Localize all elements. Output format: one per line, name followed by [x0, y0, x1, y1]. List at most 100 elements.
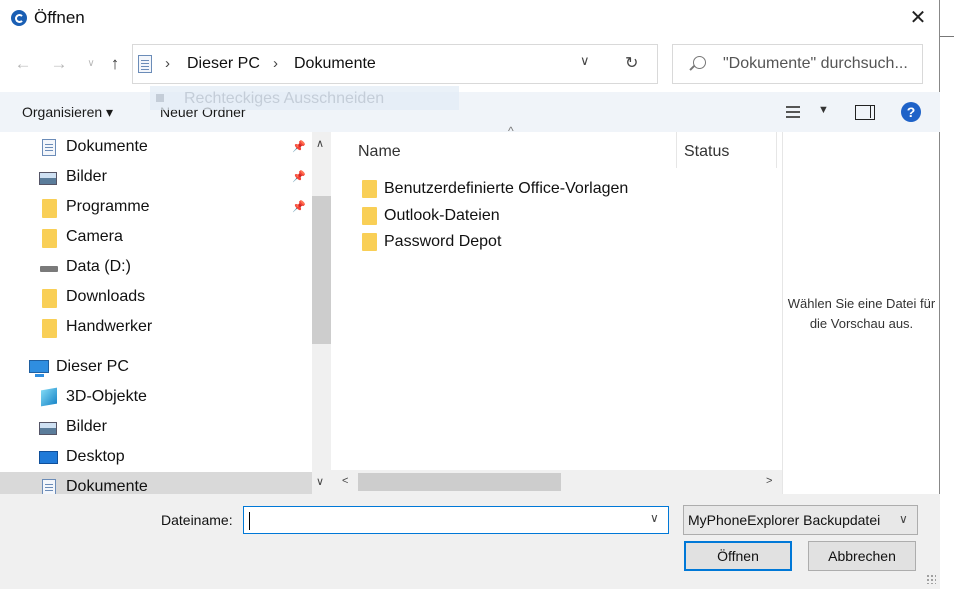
nav-item-dokumente[interactable]: Dokumente 📌: [0, 132, 312, 162]
up-arrow-icon[interactable]: ↑: [104, 53, 126, 75]
nav-item-3d-objekte[interactable]: 3D-Objekte: [0, 382, 312, 412]
pc-icon: [29, 360, 49, 377]
breadcrumb-dokumente[interactable]: Dokumente: [294, 55, 376, 73]
folder-icon: [42, 319, 57, 338]
nav-item-label: Dieser PC: [56, 358, 129, 375]
folder-icon: [42, 289, 57, 308]
nav-item-label: Dokumente: [66, 138, 148, 155]
back-arrow-icon[interactable]: ←: [12, 53, 34, 75]
window-title: Öffnen: [34, 8, 85, 27]
recent-chevron-icon[interactable]: ∨: [80, 53, 102, 75]
preview-placeholder: Wählen Sie eine Datei für die Vorschau a…: [787, 296, 936, 331]
nav-item-dokumente-pc[interactable]: Dokumente: [0, 472, 312, 494]
file-name: Password Depot: [384, 233, 502, 250]
address-bar[interactable]: › Dieser PC › Dokumente ∨ ↻: [132, 44, 658, 84]
background-window: [940, 0, 954, 589]
refresh-icon[interactable]: ↻: [625, 53, 638, 73]
nav-item-label: Desktop: [66, 448, 125, 465]
nav-item-label: Bilder: [66, 168, 107, 185]
search-box[interactable]: [672, 44, 923, 84]
nav-item-label: Data (D:): [66, 258, 131, 275]
nav-item-bilder-pc[interactable]: Bilder: [0, 412, 312, 442]
folder-icon: [42, 199, 57, 218]
app-icon: [11, 10, 27, 26]
resize-grip-icon[interactable]: [926, 574, 936, 584]
horizontal-scrollbar-thumb[interactable]: [358, 473, 561, 491]
forward-arrow-icon[interactable]: →: [48, 53, 70, 75]
close-button[interactable]: ✕: [900, 4, 936, 32]
cancel-button[interactable]: Abbrechen: [808, 541, 916, 571]
file-name: Outlook-Dateien: [384, 207, 500, 224]
chevron-down-icon: ∨: [899, 512, 908, 526]
nav-item-camera[interactable]: Camera: [0, 222, 312, 252]
scroll-right-icon[interactable]: >: [766, 475, 772, 487]
pictures-icon: [39, 172, 57, 185]
nav-item-label: Camera: [66, 228, 123, 245]
chevron-down-icon[interactable]: ∨: [580, 53, 590, 69]
filename-combobox[interactable]: [243, 506, 669, 534]
drive-icon: [40, 266, 58, 272]
nav-item-bilder[interactable]: Bilder 📌: [0, 162, 312, 192]
nav-item-label: Dokumente: [66, 478, 148, 494]
document-icon: [42, 479, 56, 494]
desktop-icon: [39, 451, 58, 464]
nav-item-data-d[interactable]: Data (D:): [0, 252, 312, 282]
help-icon[interactable]: ?: [901, 102, 921, 122]
nav-item-handwerker[interactable]: Handwerker: [0, 312, 312, 342]
folder-icon: [362, 207, 377, 225]
document-icon: [42, 139, 56, 156]
chevron-down-icon[interactable]: ∨: [650, 511, 659, 525]
breadcrumb-dieser-pc[interactable]: Dieser PC: [187, 55, 260, 73]
nav-item-label: Bilder: [66, 418, 107, 435]
organize-button[interactable]: Organisieren ▾: [22, 104, 113, 121]
column-divider[interactable]: [776, 132, 777, 168]
nav-item-label: Downloads: [66, 288, 146, 305]
breadcrumb-separator: ›: [273, 55, 278, 72]
view-options-icon[interactable]: [786, 106, 800, 118]
cube-icon: [41, 387, 57, 407]
drag-ghost-label: Rechteckiges Ausschneiden: [184, 90, 385, 107]
pictures-icon: [39, 422, 57, 435]
search-input[interactable]: [723, 55, 919, 73]
nav-item-programme[interactable]: Programme 📌: [0, 192, 312, 222]
nav-item-label: Handwerker: [66, 318, 153, 335]
filetype-value: MyPhoneExplorer Backupdatei: [688, 512, 881, 528]
pin-icon[interactable]: 📌: [292, 140, 306, 153]
file-name: Benutzerdefinierte Office-Vorlagen: [384, 180, 629, 197]
pin-icon[interactable]: 📌: [292, 200, 306, 213]
open-button[interactable]: Öffnen: [684, 541, 792, 571]
filetype-select[interactable]: MyPhoneExplorer Backupdatei ∨: [683, 505, 918, 535]
chevron-down-icon[interactable]: ▼: [818, 104, 829, 116]
search-icon: [693, 56, 706, 69]
filename-label: Dateiname:: [161, 512, 233, 528]
background-window-edge: [940, 36, 954, 37]
folder-icon: [362, 233, 377, 251]
file-row[interactable]: Password Depot: [352, 229, 692, 255]
nav-item-label: 3D-Objekte: [66, 388, 147, 405]
scroll-up-icon[interactable]: ∧: [316, 137, 324, 150]
filename-input[interactable]: [248, 511, 638, 528]
snip-icon: [156, 94, 164, 102]
column-divider[interactable]: [676, 132, 677, 168]
nav-item-label: Programme: [66, 198, 150, 215]
file-row[interactable]: Outlook-Dateien: [352, 203, 692, 229]
sort-ascending-icon: ^: [508, 124, 514, 138]
folder-icon: [362, 180, 377, 198]
folder-icon: [42, 229, 57, 248]
nav-item-downloads[interactable]: Downloads: [0, 282, 312, 312]
column-header-status[interactable]: Status: [684, 143, 729, 161]
scroll-down-icon[interactable]: ∨: [316, 475, 324, 488]
nav-item-desktop[interactable]: Desktop: [0, 442, 312, 472]
pin-icon[interactable]: 📌: [292, 170, 306, 183]
document-icon: [138, 55, 152, 73]
nav-scrollbar-thumb[interactable]: [312, 196, 331, 344]
navigation-pane: Dokumente 📌 Bilder 📌 Programme 📌 Camera …: [0, 132, 331, 494]
file-row[interactable]: Benutzerdefinierte Office-Vorlagen: [352, 176, 692, 202]
title-bar: Öffnen ✕: [0, 0, 940, 38]
breadcrumb-separator: ›: [165, 55, 170, 72]
nav-item-dieser-pc[interactable]: Dieser PC: [0, 352, 312, 382]
open-dialog: Öffnen ✕ ← → ∨ ↑ › Dieser PC › Dokumente…: [0, 0, 940, 589]
column-header-name[interactable]: Name: [358, 143, 401, 161]
preview-pane-icon[interactable]: [855, 105, 875, 120]
scroll-left-icon[interactable]: <: [342, 475, 348, 487]
